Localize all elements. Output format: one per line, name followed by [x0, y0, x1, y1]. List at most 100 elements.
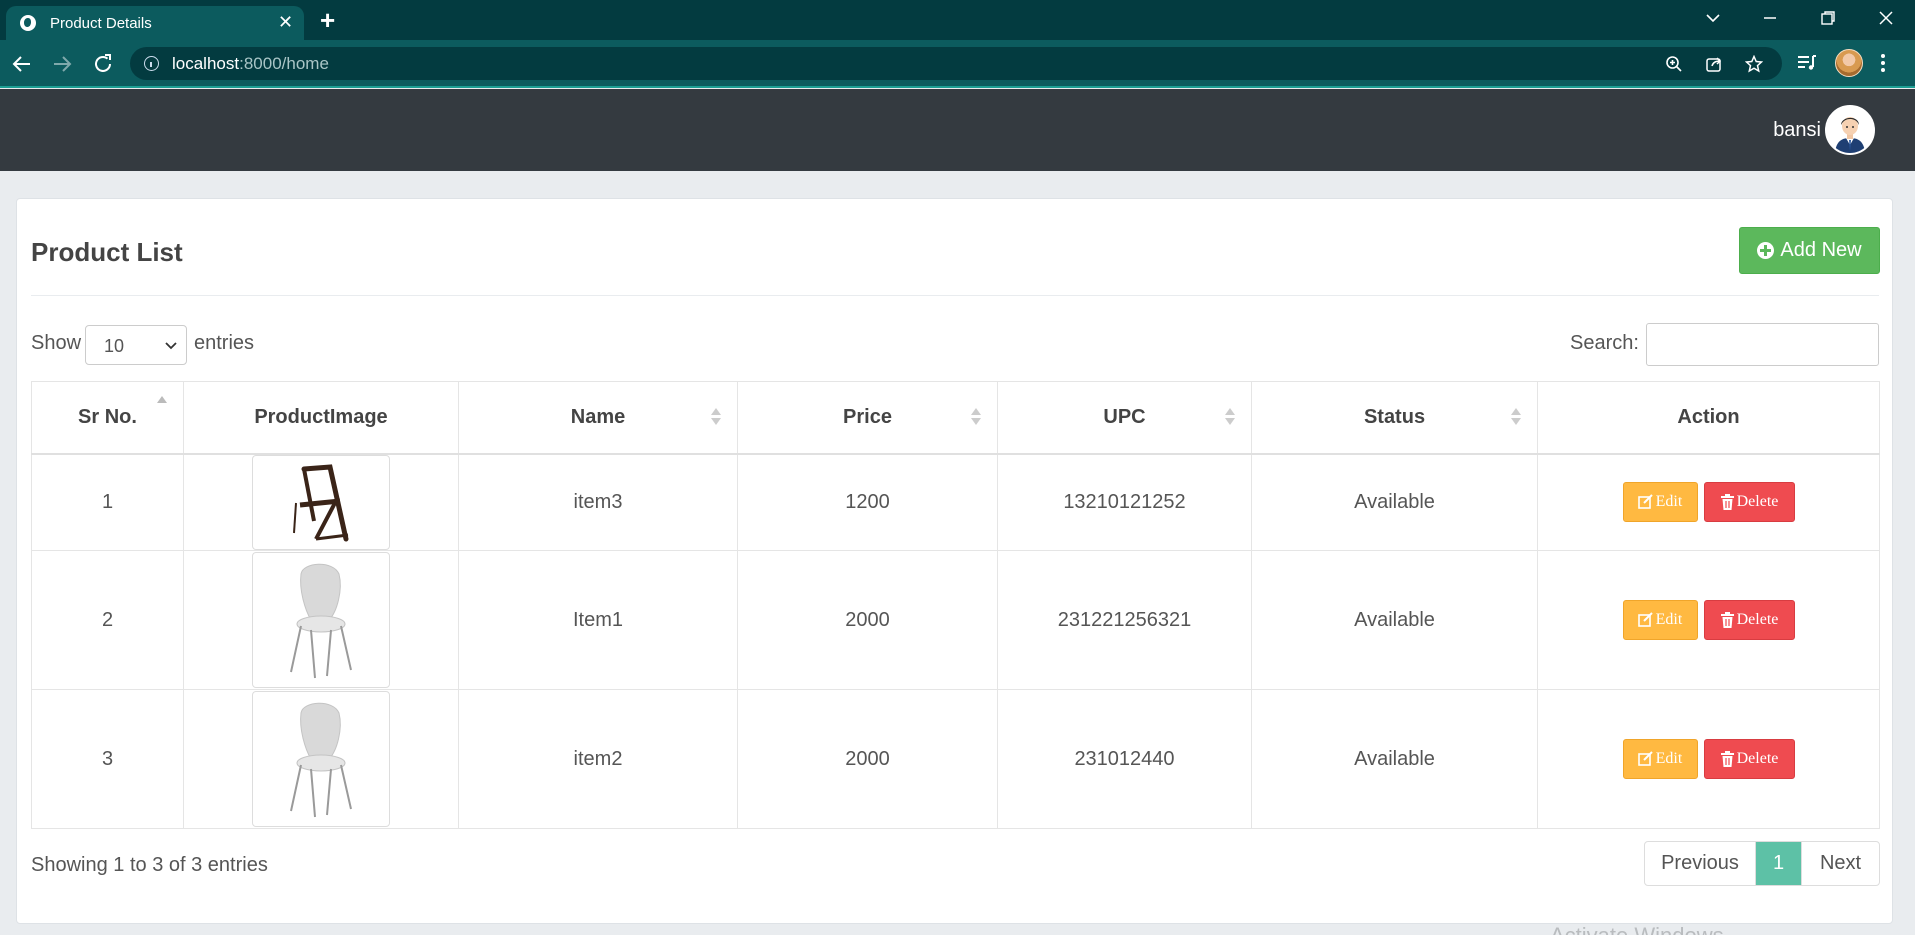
sort-icon: [1225, 408, 1235, 426]
add-new-button[interactable]: Add New: [1739, 227, 1880, 274]
cell-action: Edit Delete: [1537, 550, 1880, 690]
column-header-name[interactable]: Name: [458, 381, 738, 455]
cell-price: 2000: [737, 689, 998, 829]
product-table: Sr No. ProductImage Name Price UPC Statu…: [31, 381, 1880, 829]
column-header-price[interactable]: Price: [737, 381, 998, 455]
plus-circle-icon: [1757, 242, 1775, 259]
divider: [31, 295, 1879, 296]
cell-upc: 231221256321: [997, 550, 1252, 690]
reading-list-icon[interactable]: [1796, 52, 1818, 79]
page-length-select[interactable]: 10: [85, 325, 187, 365]
pagination: Previous 1 Next: [1644, 841, 1880, 886]
cell-name: item3: [458, 453, 738, 551]
edit-label: Edit: [1655, 611, 1683, 628]
page-title: Product List: [31, 237, 183, 267]
table-info: Showing 1 to 3 of 3 entries: [31, 854, 268, 876]
edit-button[interactable]: Edit: [1622, 739, 1698, 779]
cell-sr-no: 3: [31, 689, 184, 829]
edit-icon: [1637, 494, 1653, 510]
table-row: 3 item2 2000 231012440 Available Edit De…: [31, 689, 1880, 829]
close-icon[interactable]: ✕: [278, 12, 293, 32]
show-label: Show: [31, 332, 82, 354]
star-icon[interactable]: [1744, 54, 1764, 73]
cell-status: Available: [1251, 550, 1538, 690]
add-new-label: Add New: [1780, 239, 1862, 261]
trash-icon: [1720, 493, 1734, 510]
column-header-status[interactable]: Status: [1251, 381, 1538, 455]
zoom-icon[interactable]: [1665, 55, 1683, 73]
table-row: 1 item3 1200 13210121252 Available Edit …: [31, 453, 1880, 551]
page-1-button[interactable]: 1: [1756, 842, 1801, 885]
cell-action: Edit Delete: [1537, 453, 1880, 551]
reload-icon[interactable]: [91, 52, 115, 76]
address-bar[interactable]: localhost:8000/home: [130, 47, 1782, 80]
cell-sr-no: 1: [31, 453, 184, 551]
search-input[interactable]: [1646, 323, 1879, 366]
delete-button[interactable]: Delete: [1703, 482, 1795, 523]
back-arrow-icon[interactable]: [10, 52, 34, 76]
forward-arrow-icon[interactable]: [50, 52, 74, 76]
edit-icon: [1637, 751, 1653, 766]
tab-title: Product Details: [50, 15, 152, 32]
cell-status: Available: [1251, 453, 1538, 551]
cell-status: Available: [1251, 689, 1538, 829]
restore-icon[interactable]: [1820, 10, 1836, 26]
edit-label: Edit: [1655, 750, 1683, 767]
cell-product-image: [183, 689, 459, 829]
cell-product-image: [183, 453, 459, 551]
table-header-row: Sr No. ProductImage Name Price UPC Statu…: [31, 381, 1880, 455]
sort-icon: [711, 408, 721, 426]
chevron-down-icon[interactable]: [1705, 10, 1721, 26]
sort-asc-icon: [157, 396, 167, 414]
globe-icon: [20, 15, 36, 31]
cell-name: item2: [458, 689, 738, 829]
cell-price: 2000: [737, 550, 998, 690]
delete-label: Delete: [1736, 611, 1779, 628]
minimize-icon[interactable]: [1762, 10, 1778, 26]
cell-name: Item1: [458, 550, 738, 690]
edit-label: Edit: [1655, 493, 1683, 511]
close-window-icon[interactable]: [1878, 10, 1894, 26]
edit-button[interactable]: Edit: [1622, 600, 1698, 640]
column-header-sr-no[interactable]: Sr No.: [31, 381, 184, 455]
cell-upc: 13210121252: [997, 453, 1252, 551]
plus-icon[interactable]: +: [320, 6, 335, 34]
browser-tab[interactable]: Product Details ✕: [6, 6, 304, 40]
info-icon[interactable]: [144, 56, 159, 71]
avatar[interactable]: [1825, 105, 1875, 155]
trash-icon: [1720, 611, 1734, 628]
user-name[interactable]: bansi: [1773, 119, 1821, 142]
column-header-action: Action: [1537, 381, 1880, 455]
delete-label: Delete: [1736, 493, 1779, 511]
column-header-upc[interactable]: UPC: [997, 381, 1252, 455]
browser-tab-bar: Product Details ✕ +: [0, 0, 1915, 40]
previous-page-button[interactable]: Previous: [1645, 842, 1756, 885]
product-thumbnail-folding-chair: [252, 454, 390, 550]
edit-icon: [1637, 612, 1653, 627]
search-label: Search:: [1570, 332, 1639, 354]
next-page-button[interactable]: Next: [1801, 842, 1879, 885]
product-thumbnail-white-chair: [252, 691, 390, 827]
delete-label: Delete: [1736, 750, 1779, 767]
cell-product-image: [183, 550, 459, 690]
menu-icon[interactable]: [1880, 52, 1886, 79]
delete-button[interactable]: Delete: [1703, 739, 1795, 779]
app-header: bansi: [0, 89, 1915, 171]
cell-upc: 231012440: [997, 689, 1252, 829]
delete-button[interactable]: Delete: [1703, 600, 1795, 640]
product-card: Product List Add New Show 10 entries Sea…: [16, 198, 1893, 924]
column-header-product-image: ProductImage: [183, 381, 459, 455]
cell-sr-no: 2: [31, 550, 184, 690]
url-text[interactable]: localhost:8000/home: [172, 54, 329, 74]
table-row: 2 Item1 2000 231221256321 Available Edit…: [31, 550, 1880, 690]
sort-icon: [971, 408, 981, 426]
cell-action: Edit Delete: [1537, 689, 1880, 829]
share-icon[interactable]: [1705, 55, 1723, 73]
activate-windows-watermark: Activate Windows: [1550, 923, 1724, 935]
browser-profile-avatar[interactable]: [1835, 49, 1863, 77]
trash-icon: [1720, 750, 1734, 767]
page-length-value: 10: [104, 336, 125, 356]
cell-price: 1200: [737, 453, 998, 551]
edit-button[interactable]: Edit: [1622, 482, 1698, 523]
browser-toolbar: localhost:8000/home: [0, 40, 1915, 88]
